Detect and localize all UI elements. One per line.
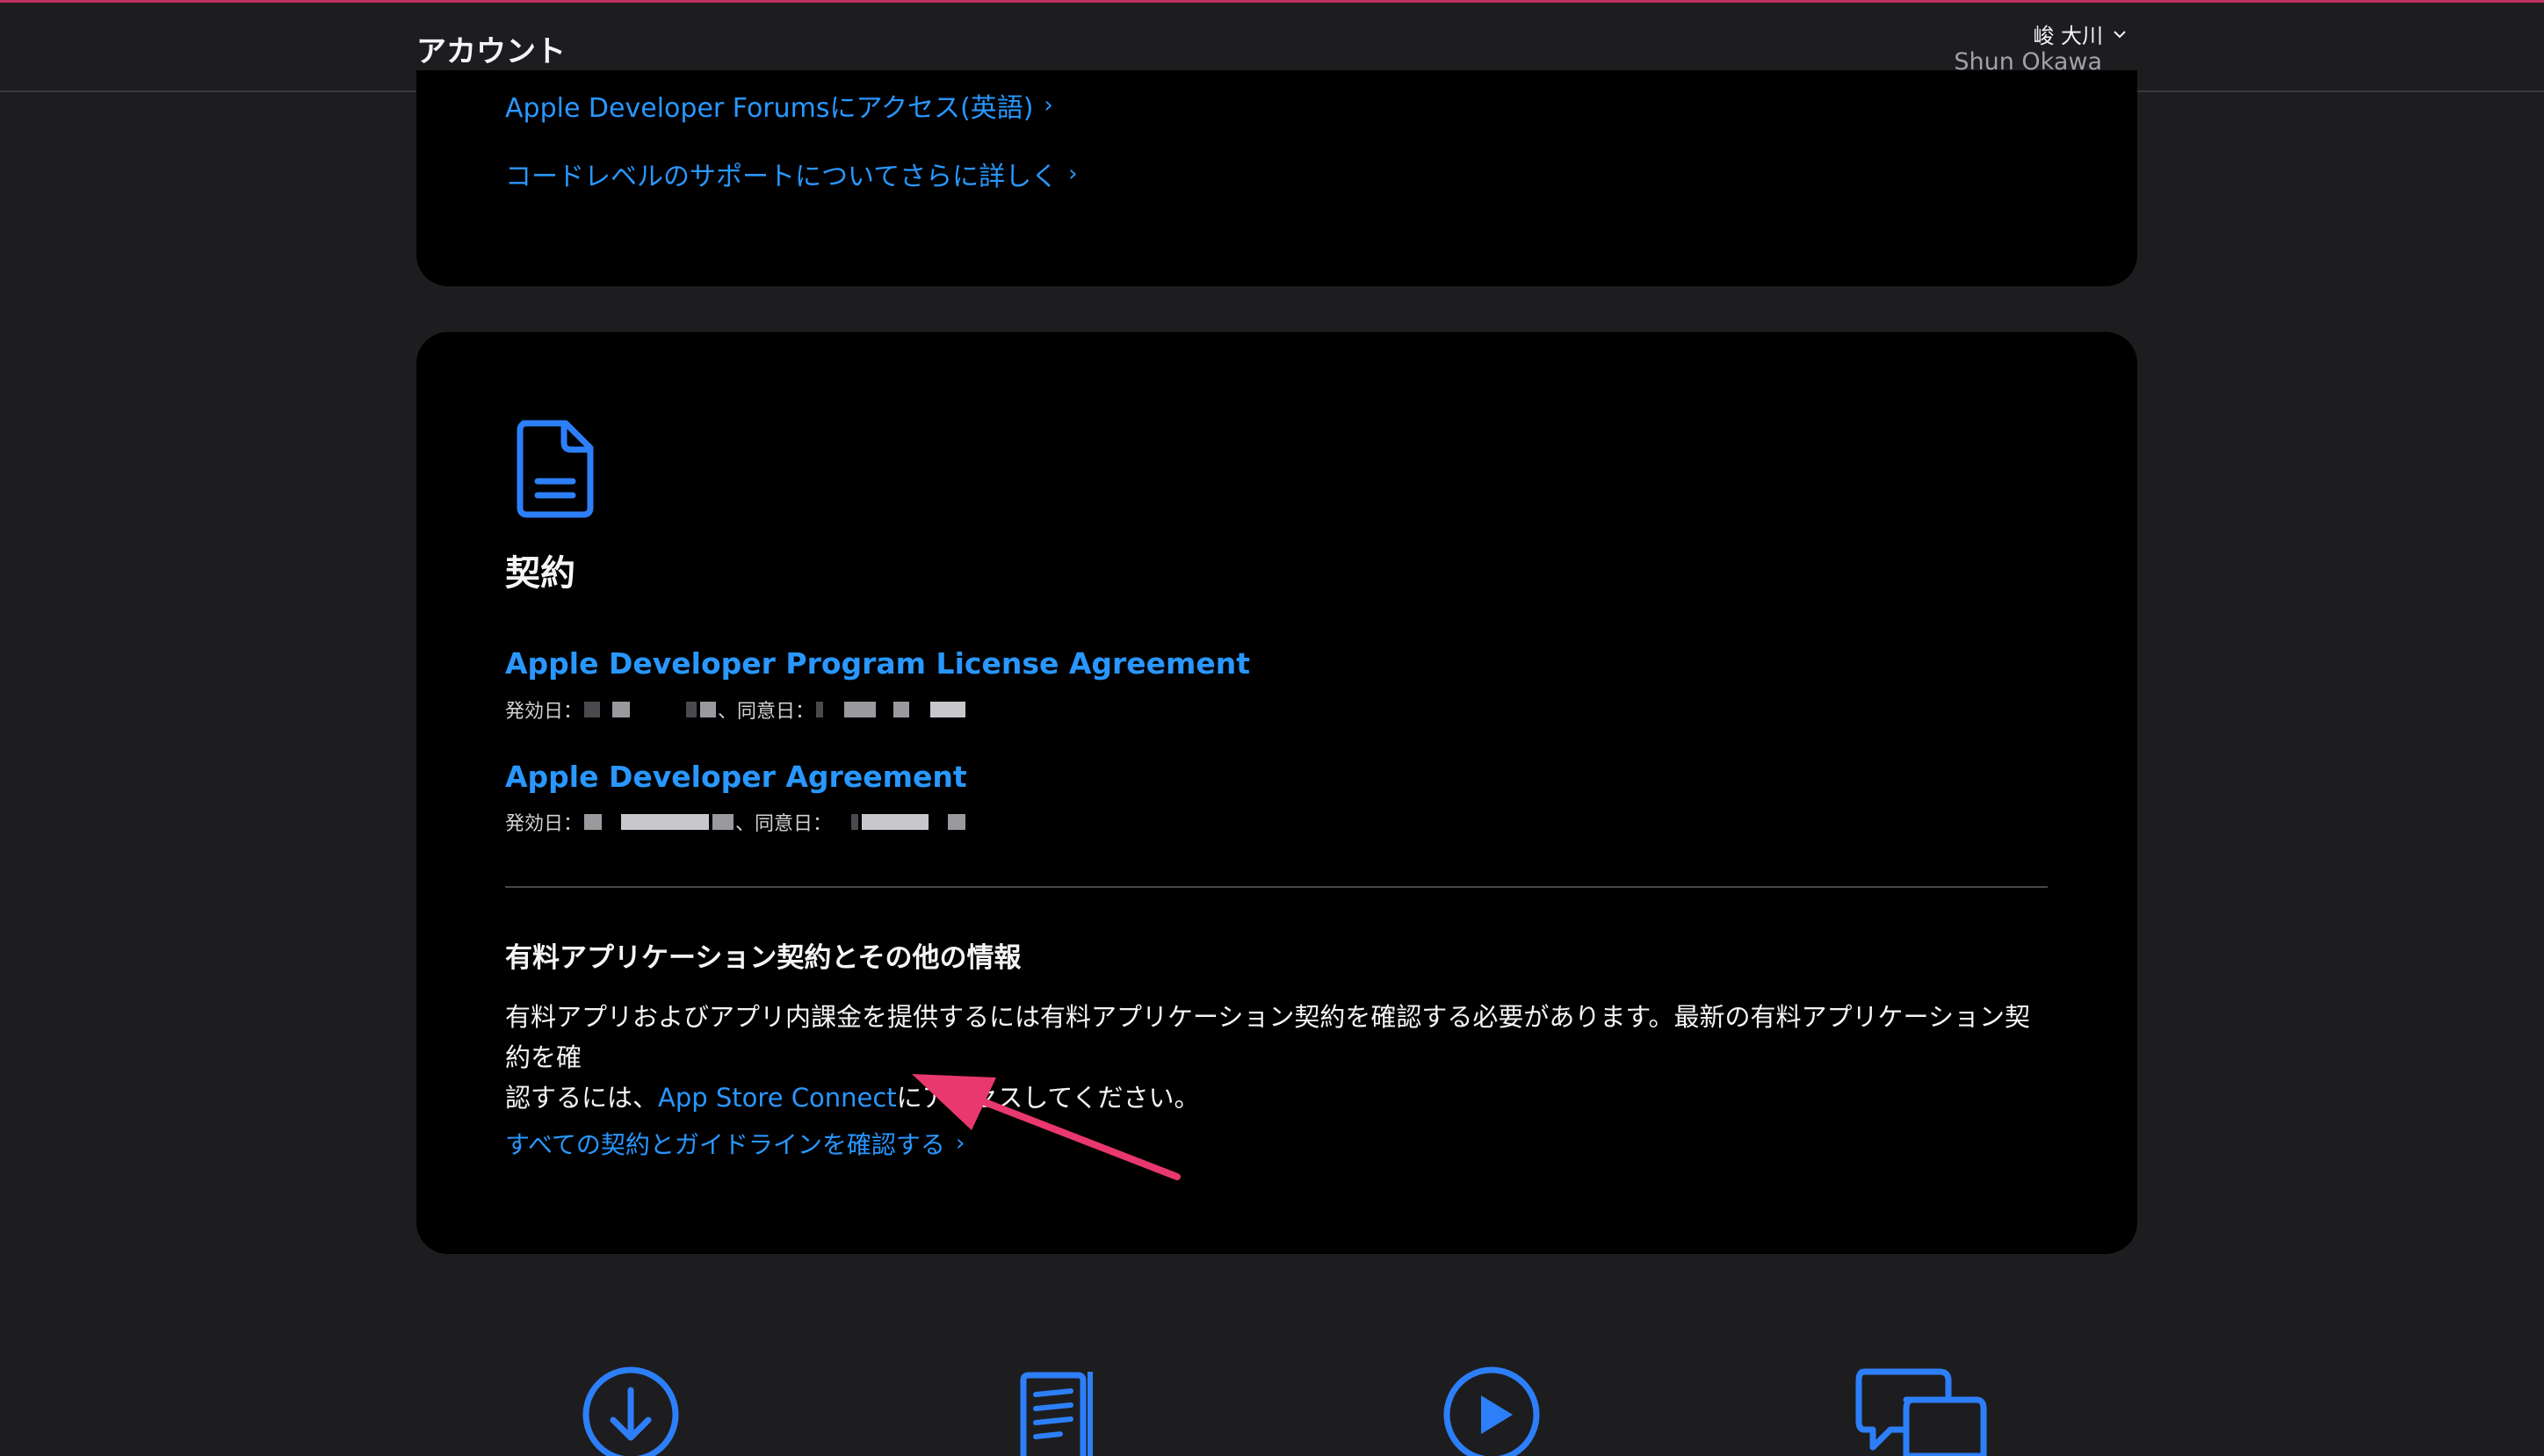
document-icon (517, 420, 594, 518)
redacted-date (712, 814, 734, 830)
issued-date-label: 発効日： (505, 701, 583, 723)
agreement-dates: 発効日： 、同意日： (505, 808, 967, 836)
paid-apps-description: 有料アプリおよびアプリ内課金を提供するには有料アプリケーション契約を確認する必要… (505, 997, 2051, 1118)
forums-icon[interactable] (1855, 1368, 1989, 1456)
redacted-date (948, 814, 966, 830)
support-card: Apple Developer Forumsにアクセス(英語) › コードレベル… (416, 70, 2137, 286)
redacted-date (584, 702, 601, 717)
agreed-date-label: 、同意日： (718, 701, 815, 723)
app-store-connect-link[interactable]: App Store Connect (658, 1083, 897, 1113)
paid-apps-title: 有料アプリケーション契約とその他の情報 (505, 942, 1022, 974)
forums-link-label: Apple Developer Forumsにアクセス(英語) (505, 93, 1034, 124)
agreement-dates: 発効日： 、同意日： (505, 696, 967, 724)
redacted-date (686, 702, 697, 717)
redacted-date (930, 702, 966, 717)
chevron-right-icon: › (1044, 92, 1053, 119)
download-icon[interactable] (582, 1366, 680, 1456)
play-icon[interactable] (1442, 1366, 1541, 1456)
user-menu[interactable]: 峻 大川 (2033, 18, 2128, 49)
chevron-down-icon (2114, 30, 2126, 38)
paid-apps-text-prefix: 認するには、 (505, 1083, 659, 1113)
documentation-icon[interactable] (1016, 1368, 1104, 1456)
redacted-date (862, 814, 929, 830)
redacted-date (851, 814, 859, 830)
page-title: アカウント (416, 34, 566, 69)
annotation-arrow (912, 1074, 1181, 1180)
user-name-japanese: 峻 大川 (2033, 24, 2103, 48)
developer-agreement-link[interactable]: Apple Developer Agreement (505, 760, 967, 794)
paid-apps-text-line1: 有料アプリおよびアプリ内課金を提供するには有料アプリケーション契約を確認する必要… (505, 1002, 2030, 1072)
redacted-date (893, 702, 910, 717)
redacted-date (612, 702, 631, 717)
redacted-date (844, 702, 877, 717)
redacted-date (584, 814, 603, 830)
agreements-title: 契約 (505, 553, 575, 594)
all-agreements-link[interactable]: すべての契約とガイドラインを確認する › (505, 1126, 965, 1161)
chevron-right-icon: › (1068, 161, 1078, 187)
code-support-link-label: コードレベルのサポートについてさらに詳しく (505, 162, 1059, 192)
code-support-link[interactable]: コードレベルのサポートについてさらに詳しく › (505, 155, 1078, 193)
redacted-date (621, 814, 710, 830)
paid-apps-text-line2: 認するには、App Store Connectにアクセスしてください。 (505, 1078, 2051, 1118)
issued-date-label: 発効日： (505, 813, 583, 835)
redacted-date (700, 702, 717, 717)
section-divider (505, 886, 2048, 888)
program-license-agreement-link[interactable]: Apple Developer Program License Agreemen… (505, 646, 1250, 681)
agreed-date-label: 、同意日： (735, 813, 833, 835)
forums-link[interactable]: Apple Developer Forumsにアクセス(英語) › (505, 86, 1053, 125)
all-agreements-link-label: すべての契約とガイドラインを確認する (505, 1130, 945, 1159)
redacted-date (816, 702, 824, 717)
